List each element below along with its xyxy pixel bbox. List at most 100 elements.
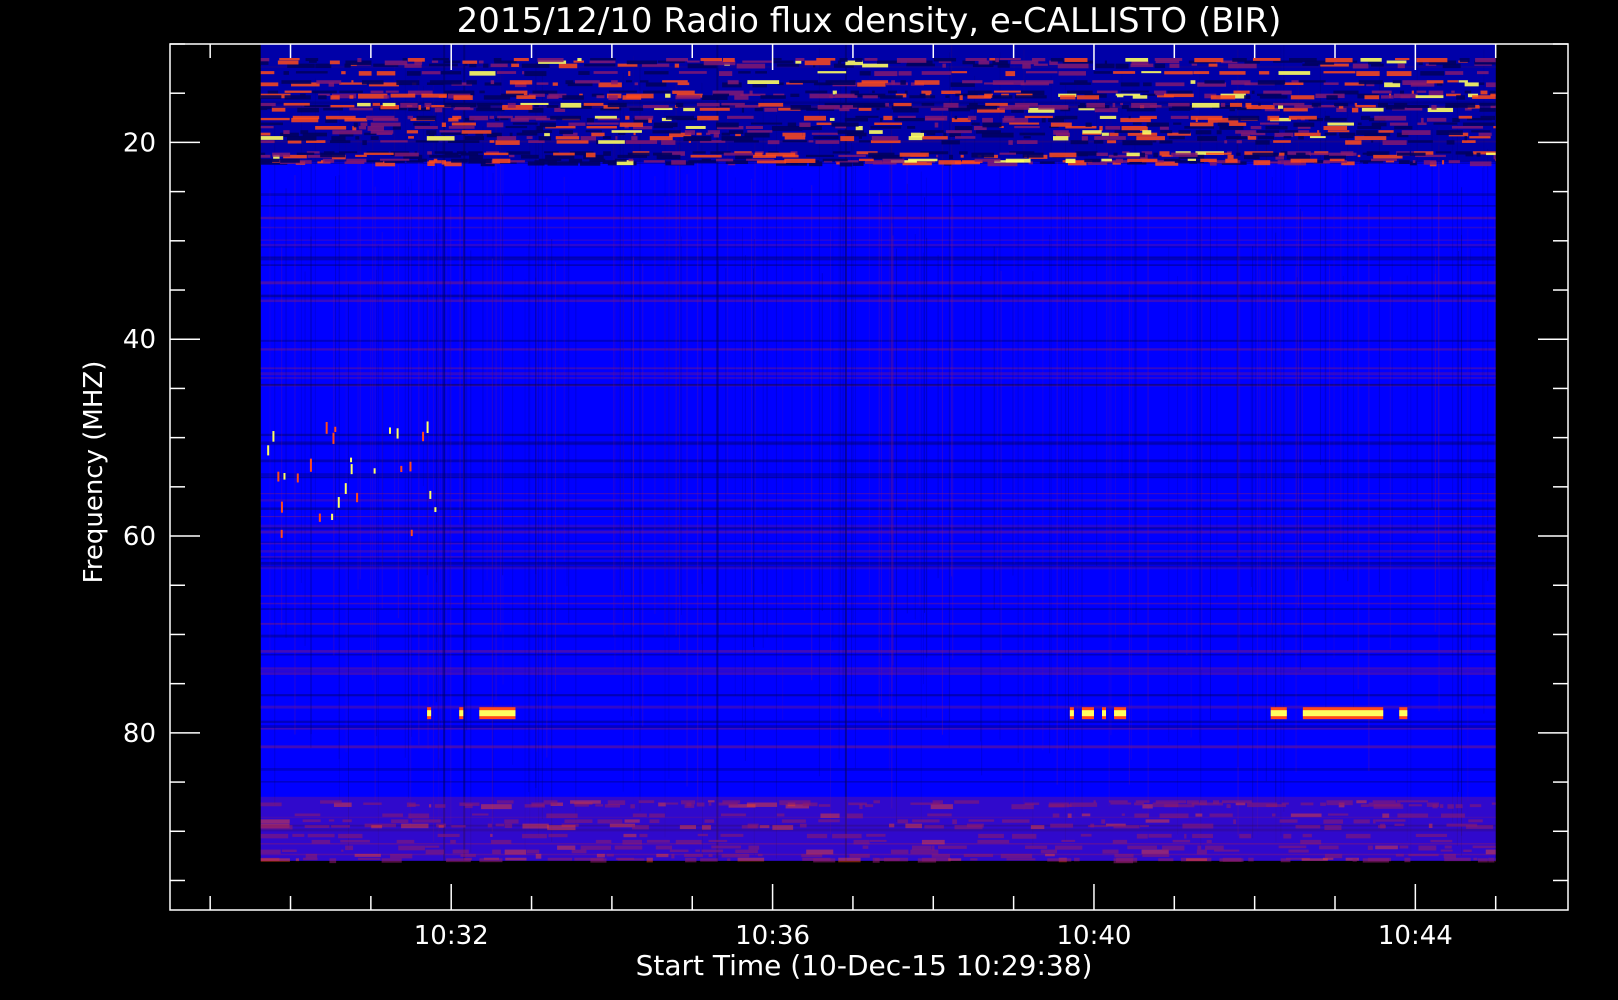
- y-tick-label: 20: [123, 128, 156, 158]
- impulsive-spike: [400, 465, 403, 473]
- rfi-segment: [937, 845, 967, 849]
- heatmap-row-texture: [260, 476, 1496, 479]
- heatmap-column-texture: [359, 129, 361, 580]
- narrowband-burst-core: [1069, 710, 1074, 717]
- rfi-segment: [1204, 80, 1225, 84]
- rfi-segment: [391, 819, 409, 824]
- rfi-segment: [1394, 125, 1413, 130]
- rfi-segment: [897, 115, 916, 119]
- heatmap-row-texture: [260, 530, 1496, 534]
- rfi-segment: [1145, 819, 1170, 823]
- heatmap-column-texture: [528, 244, 530, 793]
- rfi-segment: [977, 839, 1010, 844]
- heatmap-row-texture: [260, 473, 1496, 476]
- heatmap-row-texture: [260, 561, 1496, 565]
- rfi-segment: [1367, 845, 1373, 850]
- rfi-segment: [361, 80, 384, 85]
- heatmap-column-texture: [622, 159, 624, 632]
- rfi-segment: [490, 63, 508, 68]
- rfi-segment: [1127, 158, 1158, 162]
- heatmap-column-texture: [734, 177, 736, 696]
- heatmap-column-texture: [1000, 270, 1002, 660]
- rfi-segment: [1396, 152, 1426, 156]
- rfi-segment: [1086, 102, 1105, 108]
- heatmap-column-texture: [1329, 264, 1331, 581]
- rfi-segment: [992, 80, 1025, 85]
- heatmap-column-texture: [1487, 148, 1489, 582]
- rfi-segment: [526, 136, 533, 140]
- heatmap-column-texture: [568, 195, 570, 624]
- rfi-segment: [1354, 102, 1358, 106]
- heatmap-column-texture: [1209, 169, 1211, 720]
- heatmap-column-texture: [450, 207, 452, 828]
- rfi-segment: [699, 107, 730, 111]
- rfi-segment: [1323, 819, 1344, 824]
- heatmap-row-texture: [260, 745, 1496, 749]
- rfi-segment: [932, 800, 944, 805]
- rfi-segment: [1142, 804, 1153, 809]
- rfi-segment: [948, 858, 962, 861]
- rfi-segment: [508, 160, 525, 163]
- rfi-segment: [1267, 115, 1280, 121]
- rfi-segment: [1464, 90, 1472, 94]
- rfi-segment: [1152, 140, 1157, 143]
- rfi-segment: [669, 849, 689, 853]
- rfi-segment: [900, 80, 906, 85]
- rfi-segment: [624, 819, 640, 823]
- rfi-segment: [1323, 82, 1339, 85]
- impulsive-spike: [350, 457, 353, 463]
- rfi-segment: [1195, 130, 1212, 135]
- rfi-segment: [511, 63, 520, 67]
- rfi-segment: [873, 800, 881, 804]
- heatmap-column-texture: [1108, 108, 1110, 807]
- rfi-segment: [370, 130, 394, 134]
- rfi-segment: [1412, 160, 1416, 164]
- rfi-segment: [1458, 80, 1468, 83]
- rfi-segment: [869, 130, 883, 134]
- rfi-segment: [1080, 833, 1092, 837]
- heatmap-column-texture: [1049, 234, 1051, 754]
- rfi-segment: [1079, 102, 1086, 107]
- heatmap-row-texture: [260, 377, 1496, 379]
- rfi-segment: [1290, 158, 1318, 163]
- heatmap-column-texture: [1056, 154, 1058, 785]
- heatmap-column-texture: [1340, 159, 1342, 543]
- heatmap-column-texture: [442, 134, 444, 721]
- rfi-segment: [545, 154, 575, 159]
- heatmap-column-texture: [878, 192, 880, 713]
- rfi-segment: [1395, 853, 1404, 857]
- rfi-segment: [1014, 102, 1038, 107]
- rfi-segment: [1195, 813, 1203, 817]
- impulsive-spike: [334, 426, 337, 433]
- chart-title: 2015/12/10 Radio flux density, e-CALLIST…: [457, 1, 1282, 41]
- heatmap-column-texture: [1196, 150, 1198, 562]
- narrowband-burst-core: [1399, 710, 1408, 717]
- rfi-segment: [1259, 95, 1288, 99]
- heatmap-row-texture: [260, 348, 1496, 351]
- rfi-segment: [1360, 115, 1371, 120]
- heatmap-column-texture: [438, 250, 440, 836]
- rfi-segment: [1030, 825, 1045, 830]
- rfi-segment: [546, 813, 578, 819]
- rfi-segment: [645, 82, 667, 87]
- rfi-segment: [1200, 158, 1217, 163]
- heatmap-column-texture: [1060, 198, 1062, 595]
- rfi-segment: [896, 57, 927, 63]
- rfi-segment: [1407, 140, 1433, 143]
- impulsive-spike: [426, 421, 429, 433]
- rfi-segment: [1371, 90, 1392, 94]
- heatmap-column-texture: [639, 65, 641, 812]
- rfi-segment: [1473, 857, 1478, 861]
- rfi-segment: [619, 122, 644, 127]
- rfi-segment: [701, 158, 711, 161]
- rfi-segment: [260, 122, 283, 126]
- rfi-segment: [954, 115, 958, 120]
- rfi-segment: [795, 60, 802, 64]
- heatmap-column-texture: [1406, 275, 1408, 841]
- rfi-segment: [832, 151, 851, 154]
- rfi-segment: [425, 845, 440, 848]
- rfi-segment: [862, 63, 889, 68]
- rfi-segment: [1139, 115, 1157, 120]
- rfi-segment: [379, 158, 410, 161]
- rfi-segment: [1186, 800, 1199, 804]
